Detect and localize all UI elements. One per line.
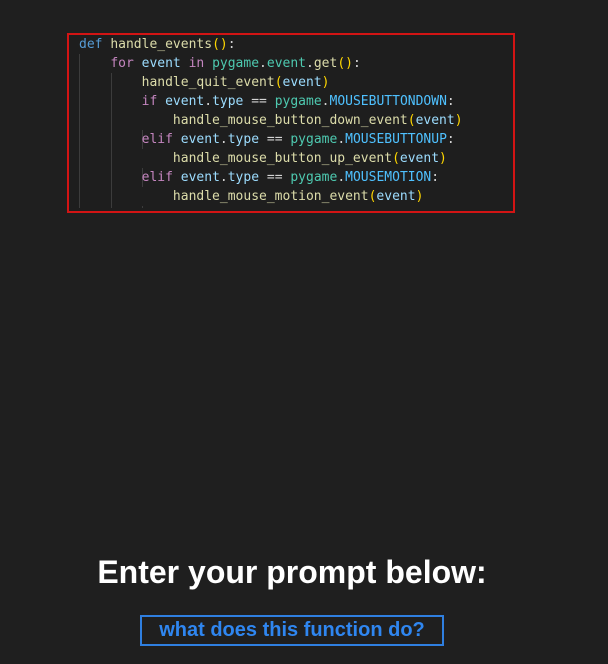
prompt-heading: Enter your prompt below: bbox=[97, 554, 487, 590]
code-line: handle_mouse_button_down_event(event) bbox=[79, 111, 463, 130]
code-token: . bbox=[306, 56, 314, 71]
code-token: pygame bbox=[274, 94, 322, 109]
code-line: elif event.type == pygame.MOUSEMOTION: bbox=[79, 168, 463, 187]
code-token: MOUSEBUTTONDOWN bbox=[329, 94, 447, 109]
code-token: event bbox=[415, 113, 455, 128]
code-token: ) bbox=[415, 189, 424, 204]
code-line: for event in pygame.event.get(): bbox=[79, 54, 463, 73]
code-token: get bbox=[313, 56, 338, 71]
code-token: . bbox=[219, 170, 228, 185]
code-token: event bbox=[165, 94, 205, 109]
code-line: if event.type == pygame.MOUSEBUTTONDOWN: bbox=[79, 92, 463, 111]
code-token: == bbox=[259, 170, 291, 185]
code-token: event bbox=[266, 56, 307, 71]
code-token: handle_events bbox=[110, 37, 213, 52]
code-line: handle_mouse_motion_event(event) bbox=[79, 187, 463, 206]
screen: def handle_events(): for event in pygame… bbox=[0, 0, 608, 664]
code-token: ( bbox=[392, 151, 400, 166]
code-token: type bbox=[212, 94, 244, 109]
code-token: . bbox=[204, 94, 213, 109]
code-token: . bbox=[219, 132, 228, 147]
code-token: handle_mouse_button_down_event bbox=[172, 113, 408, 128]
code-token: ( bbox=[274, 75, 283, 90]
code-token: elif bbox=[141, 132, 173, 147]
code-token: type bbox=[227, 170, 260, 185]
code-token: handle_mouse_motion_event bbox=[172, 189, 369, 204]
code-token: : bbox=[446, 132, 455, 147]
code-token: event bbox=[180, 170, 220, 185]
code-token: . bbox=[337, 132, 346, 147]
code-token: : bbox=[352, 56, 361, 71]
code-token: event bbox=[141, 56, 181, 71]
code-token: pygame bbox=[290, 132, 338, 147]
code-line: def handle_events(): bbox=[79, 35, 463, 54]
code-token: def bbox=[79, 37, 103, 52]
code-token: MOUSEBUTTONUP bbox=[345, 132, 447, 147]
code-token: MOUSEMOTION bbox=[345, 170, 432, 185]
code-token: pygame bbox=[290, 170, 338, 185]
code-block: def handle_events(): for event in pygame… bbox=[79, 35, 463, 206]
indent-guide bbox=[142, 206, 143, 208]
code-line: handle_mouse_button_up_event(event) bbox=[79, 149, 463, 168]
code-token: ) bbox=[321, 75, 330, 90]
prompt-input[interactable]: what does this function do? bbox=[140, 615, 444, 646]
code-token: event bbox=[376, 189, 416, 204]
code-token: ) bbox=[439, 151, 447, 166]
code-token: . bbox=[259, 56, 267, 71]
code-token: handle_quit_event bbox=[141, 75, 275, 90]
code-line: handle_quit_event(event) bbox=[79, 73, 463, 92]
code-token: () bbox=[337, 56, 353, 71]
code-token: : bbox=[431, 170, 440, 185]
code-token: pygame bbox=[212, 56, 260, 71]
code-token: ) bbox=[454, 113, 463, 128]
code-token: == bbox=[243, 94, 275, 109]
code-token: () bbox=[212, 37, 228, 52]
code-token: type bbox=[227, 132, 260, 147]
code-token: == bbox=[259, 132, 291, 147]
code-token: event bbox=[399, 151, 440, 166]
code-token: . bbox=[337, 170, 346, 185]
code-token: event bbox=[180, 132, 220, 147]
code-token: if bbox=[141, 94, 158, 109]
code-token: ( bbox=[407, 113, 416, 128]
code-token: event bbox=[282, 75, 322, 90]
code-token: handle_mouse_button_up_event bbox=[172, 151, 393, 166]
code-token: : bbox=[227, 37, 236, 52]
code-token: elif bbox=[141, 170, 173, 185]
code-line: elif event.type == pygame.MOUSEBUTTONUP: bbox=[79, 130, 463, 149]
code-token: : bbox=[446, 94, 455, 109]
code-token: for bbox=[110, 56, 134, 71]
code-snippet-highlight: def handle_events(): for event in pygame… bbox=[67, 33, 515, 213]
code-token: . bbox=[321, 94, 330, 109]
code-token: in bbox=[188, 56, 205, 71]
